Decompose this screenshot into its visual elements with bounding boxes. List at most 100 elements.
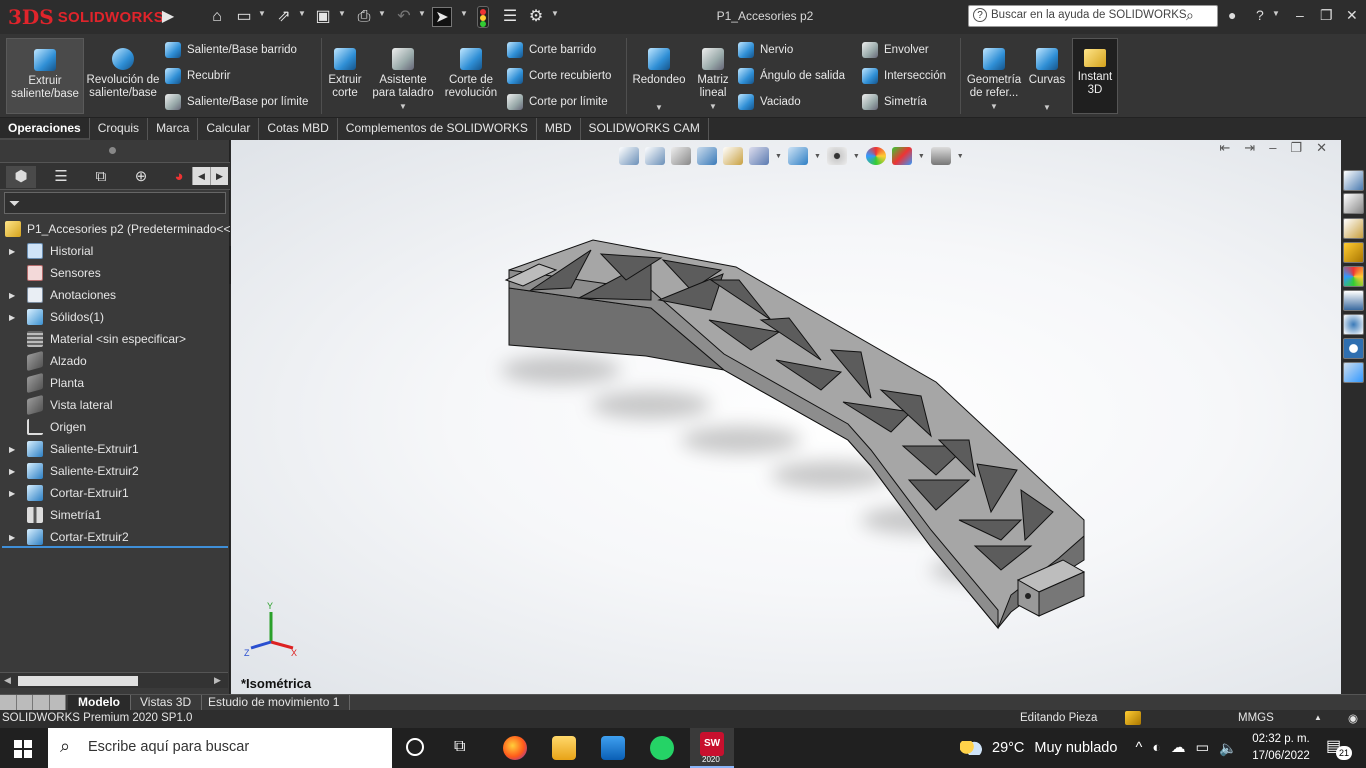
mirror-button[interactable]: Simetría [862, 91, 946, 113]
intersect-button[interactable]: Intersección [862, 65, 946, 87]
solidworks-logo[interactable]: 3DS SOLIDWORKS [8, 5, 164, 29]
file-explorer-taskbar-icon[interactable] [552, 736, 576, 760]
draft-button[interactable]: Ángulo de salida [738, 65, 845, 87]
tree-item-sensores[interactable]: Sensores [0, 262, 228, 284]
3dexperience-icon[interactable] [1343, 362, 1364, 383]
curves-dropdown-icon[interactable]: ▼ [1043, 101, 1051, 114]
select-cursor-icon[interactable]: ➤ [432, 7, 452, 27]
search-magnifier-icon[interactable]: ⌕ [1186, 7, 1194, 24]
new-dropdown-icon[interactable]: ▼ [258, 9, 266, 18]
weather-temperature[interactable]: 29°C [992, 740, 1024, 756]
expand-arrow-icon[interactable]: ▶ [9, 533, 17, 542]
user-account-icon[interactable]: ● [1228, 7, 1236, 23]
graphics-area[interactable]: ▼ ▼ ▼ ▼ ▼ ⇤ ⇥ – ❐ ✕ Y X Z *Isométrica [231, 140, 1341, 694]
tab-estudio-movimiento[interactable]: Estudio de movimiento 1 [198, 695, 351, 711]
tab-calcular[interactable]: Calcular [198, 118, 260, 140]
swept-cut-button[interactable]: Corte barrido [507, 39, 611, 61]
feature-manager-tab-icon[interactable]: ⬢ [6, 166, 36, 188]
curves-button[interactable]: Curvas ▼ [1026, 38, 1068, 114]
mail-icon[interactable] [601, 736, 625, 760]
options-gear-icon[interactable]: ⚙ [526, 7, 546, 27]
fillet-button[interactable]: Redondeo ▼ [630, 38, 688, 114]
units-dropdown-icon[interactable]: ▲ [1314, 713, 1322, 722]
tree-item-origen[interactable]: Origen [0, 416, 228, 438]
reference-geometry-button[interactable]: Geometría de refer... ▼ [964, 38, 1024, 114]
battery-icon[interactable]: ▭ [1196, 740, 1210, 756]
scroll-left-icon[interactable]: ◀ [192, 167, 210, 185]
prev-tab-icon[interactable] [16, 695, 33, 711]
tab-croquis[interactable]: Croquis [90, 118, 149, 140]
reference-geometry-dropdown-icon[interactable]: ▼ [990, 100, 998, 113]
print-icon[interactable]: ⎙ [354, 7, 374, 27]
tree-root-part[interactable]: P1_Accesories p2 (Predeterminado<< [0, 218, 230, 240]
onedrive-cloud-icon[interactable]: ☁ [1171, 740, 1186, 756]
volume-icon[interactable]: 🔈 [1219, 740, 1237, 757]
open-dropdown-icon[interactable]: ▼ [298, 9, 306, 18]
restore-window-icon[interactable]: ❐ [1320, 7, 1333, 24]
extrude-cut-button[interactable]: Extruir corte [325, 38, 365, 114]
tree-filter-input[interactable]: ⏷ [4, 192, 226, 214]
bottom-tabs-scroll[interactable] [0, 695, 66, 711]
scroll-right-icon[interactable]: ▶ [210, 167, 228, 185]
configuration-manager-tab-icon[interactable]: ⧉ [86, 166, 116, 188]
tab-complementos[interactable]: Complementos de SOLIDWORKS [338, 118, 537, 140]
rebuild-traffic-light-icon[interactable] [477, 6, 489, 28]
scroll-left-icon[interactable]: ◀ [4, 675, 11, 686]
expand-arrow-icon[interactable]: ▶ [9, 445, 17, 454]
weather-condition[interactable]: Muy nublado [1034, 740, 1117, 756]
linear-pattern-button[interactable]: Matriz lineal ▼ [692, 38, 734, 114]
fillet-dropdown-icon[interactable]: ▼ [655, 101, 663, 114]
boundary-boss-button[interactable]: Saliente/Base por límite [165, 91, 308, 113]
notification-center-button[interactable]: ▤ 21 [1326, 736, 1352, 760]
wrap-button[interactable]: Envolver [862, 39, 946, 61]
save-dropdown-icon[interactable]: ▼ [338, 9, 346, 18]
expand-arrow-icon[interactable]: ▶ [9, 467, 17, 476]
show-hidden-icons-icon[interactable]: ^ [1135, 740, 1142, 756]
tree-item-cortar-extruir1[interactable]: ▶ Cortar-Extruir1 [0, 482, 228, 504]
lofted-cut-button[interactable]: Corte recubierto [507, 65, 611, 87]
options-dropdown-icon[interactable]: ▼ [551, 9, 559, 18]
save-icon[interactable]: ▣ [313, 7, 333, 27]
scrollbar-thumb[interactable] [18, 676, 138, 686]
close-window-icon[interactable]: ✕ [1346, 7, 1358, 24]
help-dropdown-icon[interactable]: ▼ [1272, 9, 1280, 18]
tree-item-saliente-extruir2[interactable]: ▶ Saliente-Extruir2 [0, 460, 228, 482]
tab-mbd[interactable]: MBD [537, 118, 581, 140]
axis-triad[interactable]: Y X Z [241, 600, 301, 660]
cortana-icon[interactable] [406, 738, 424, 756]
loft-button[interactable]: Recubrir [165, 65, 308, 87]
whatsapp-icon[interactable] [650, 736, 674, 760]
units-system[interactable]: MMGS [1238, 712, 1274, 724]
extrude-boss-button[interactable]: Extruir saliente/base [6, 38, 84, 114]
undo-icon[interactable]: ↶ [394, 7, 414, 27]
tab-cotas-mbd[interactable]: Cotas MBD [259, 118, 338, 140]
minimize-window-icon[interactable]: – [1296, 7, 1304, 23]
hole-wizard-dropdown-icon[interactable]: ▼ [399, 100, 407, 113]
solidworks-taskbar-button[interactable]: SW 2020 [690, 728, 734, 768]
manager-tab-scroll[interactable]: ◀ ▶ [192, 167, 228, 185]
solidworks-resources-icon[interactable] [1343, 170, 1364, 191]
tree-item-saliente-extruir1[interactable]: ▶ Saliente-Extruir1 [0, 438, 228, 460]
revolve-boss-button[interactable]: Revolución de saliente/base [86, 38, 160, 114]
tree-horizontal-scrollbar[interactable]: ◀ ▶ [0, 672, 228, 688]
tab-solidworks-cam[interactable]: SOLIDWORKS CAM [581, 118, 709, 140]
meet-now-icon[interactable]: ◐ [1152, 740, 1161, 756]
updates-icon[interactable] [1343, 338, 1364, 359]
tree-item-planta[interactable]: Planta [0, 372, 228, 394]
tab-modelo[interactable]: Modelo [68, 695, 131, 711]
tree-item-anotaciones[interactable]: ▶ Anotaciones [0, 284, 228, 306]
file-explorer-icon[interactable] [1343, 218, 1364, 239]
boundary-cut-button[interactable]: Corte por límite [507, 91, 611, 113]
rebuild-status-icon[interactable] [1125, 711, 1141, 725]
tree-item-simetria1[interactable]: Simetría1 [0, 504, 228, 526]
new-document-icon[interactable]: ▭ [234, 7, 254, 27]
help-search-input[interactable]: ? Buscar en la ayuda de SOLIDWORKS [968, 5, 1218, 27]
solidworks-forum-icon[interactable] [1343, 314, 1364, 335]
linear-pattern-dropdown-icon[interactable]: ▼ [709, 100, 717, 113]
open-icon[interactable]: ⇗ [274, 7, 294, 27]
task-view-icon[interactable]: ⧉ [454, 738, 465, 756]
first-tab-icon[interactable] [0, 695, 17, 711]
tab-operaciones[interactable]: Operaciones [0, 118, 90, 140]
tree-item-alzado[interactable]: Alzado [0, 350, 228, 372]
appearances-icon[interactable] [1343, 266, 1364, 287]
